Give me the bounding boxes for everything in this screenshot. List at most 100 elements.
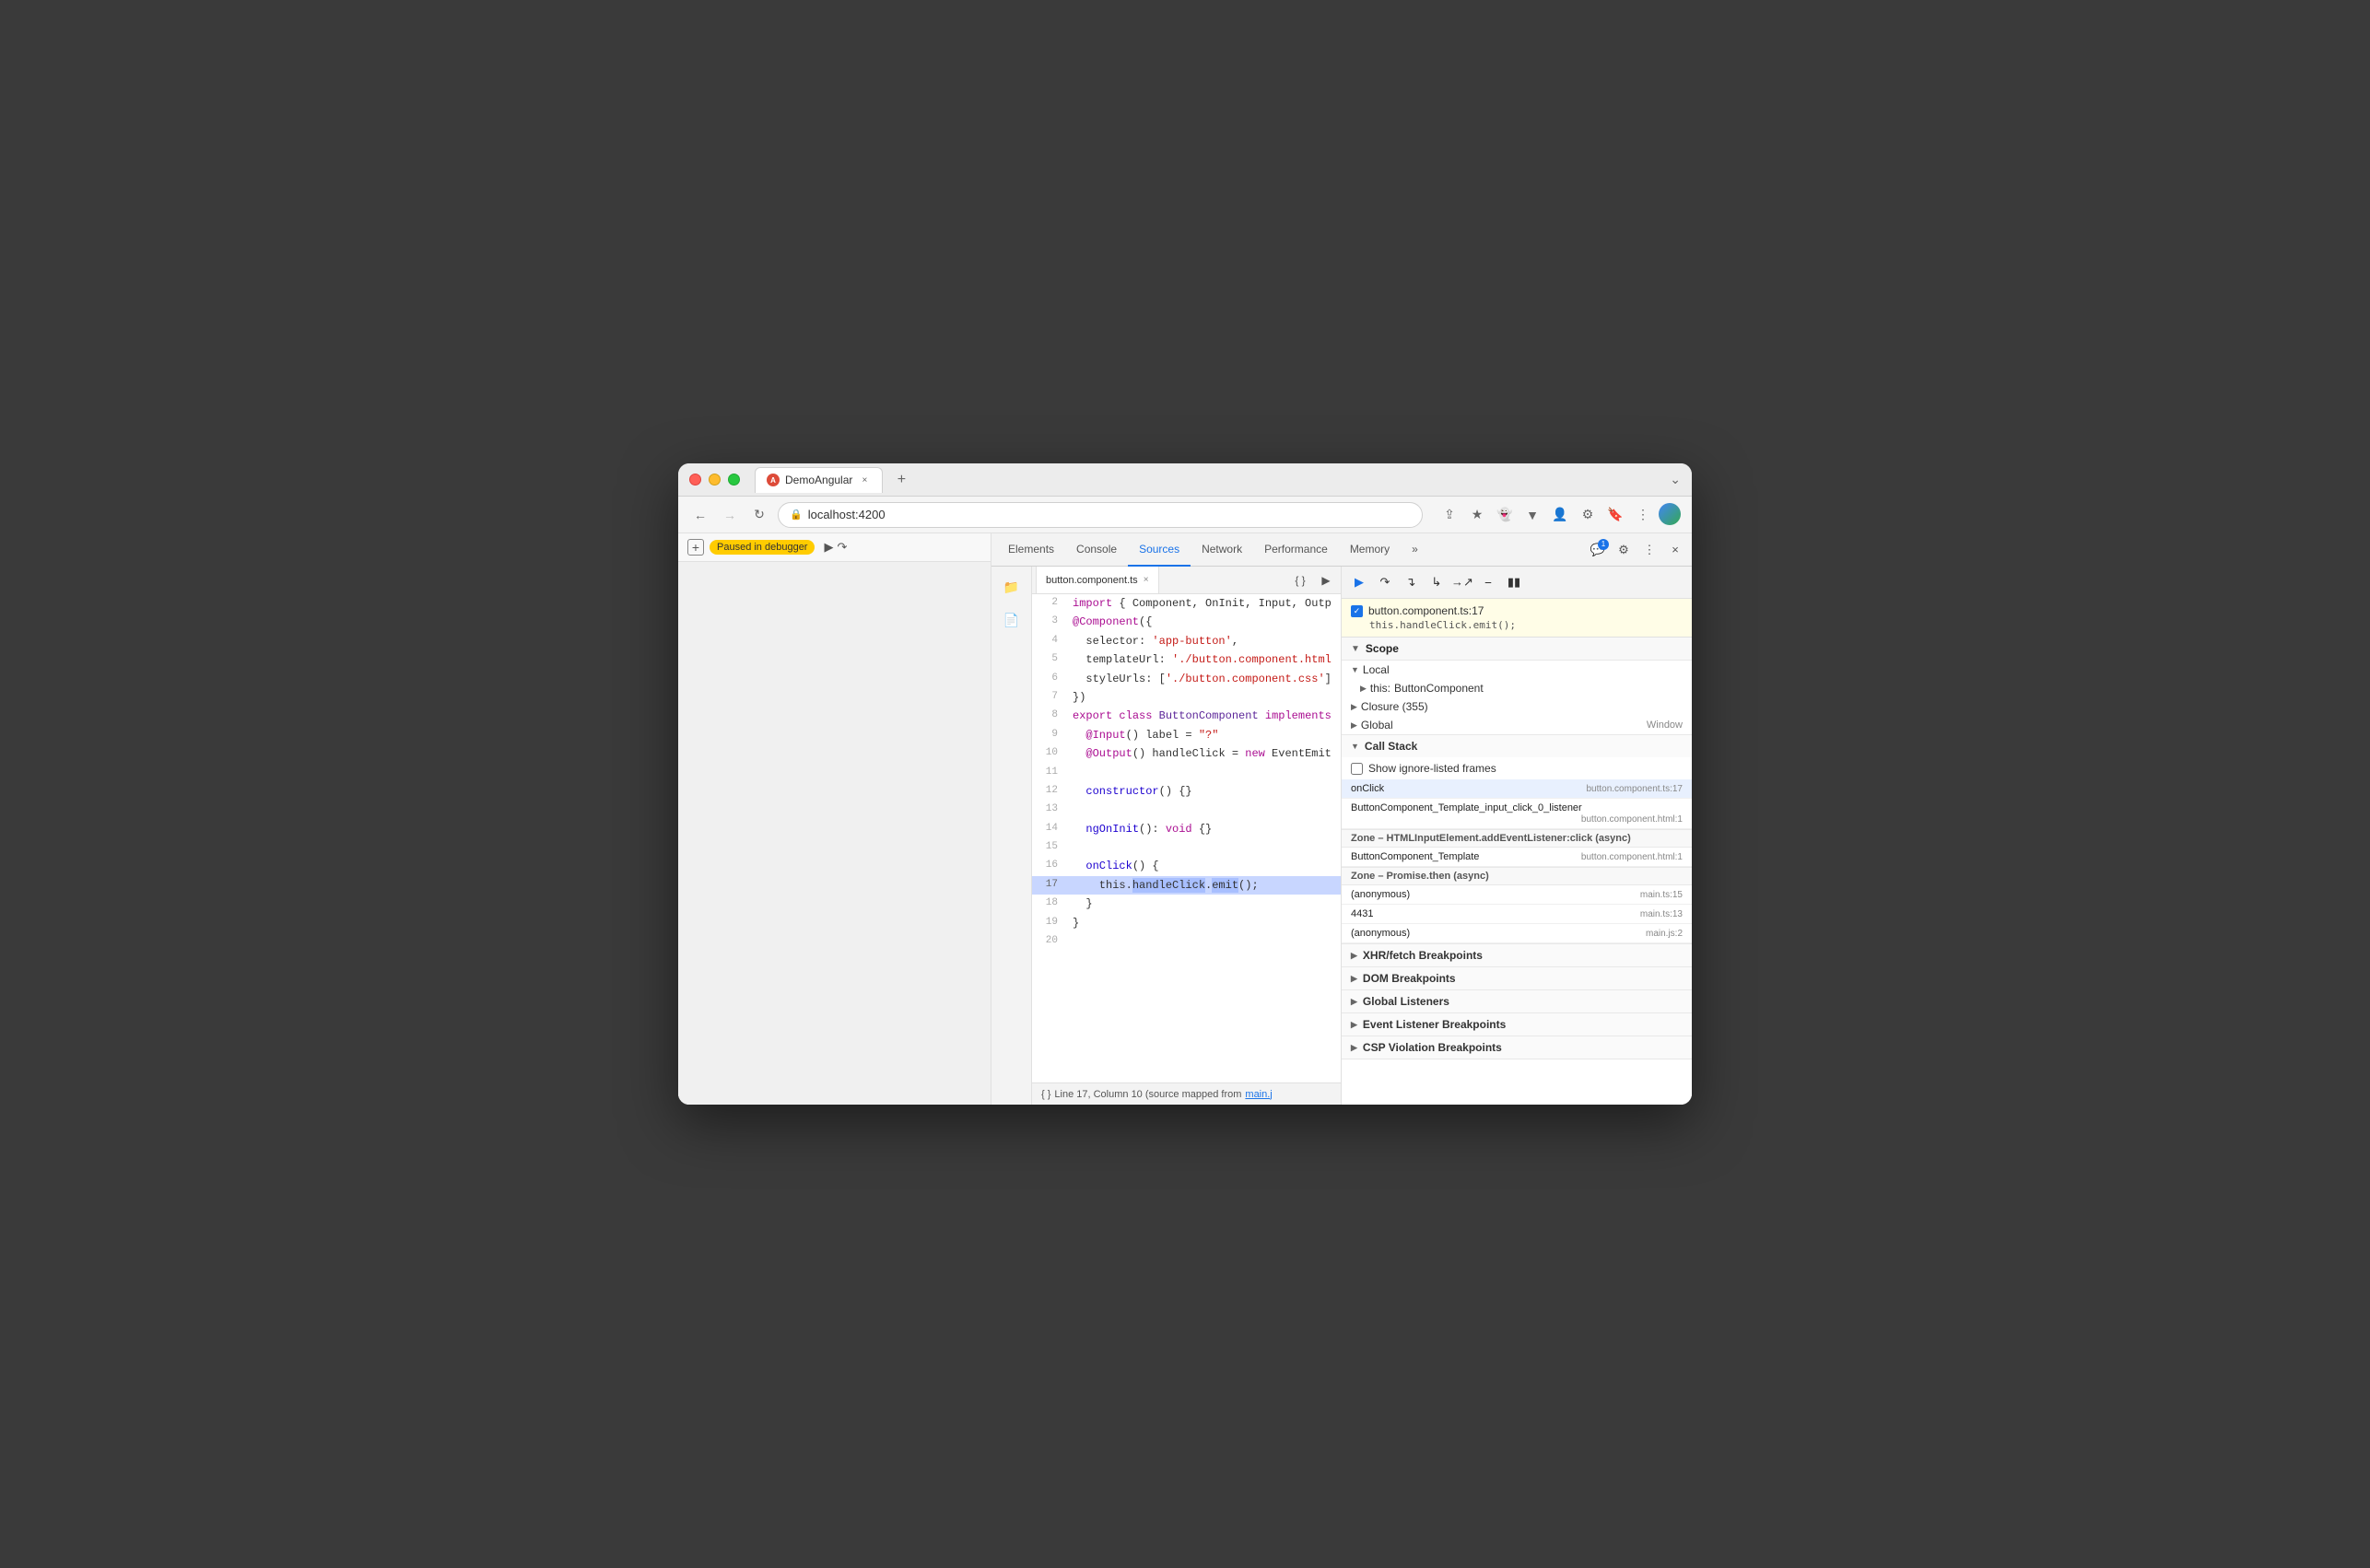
extension2-button[interactable]: 👤 (1548, 503, 1572, 527)
tab-console[interactable]: Console (1065, 534, 1128, 567)
resume-mini-button[interactable]: ▶ (824, 540, 833, 555)
address-field[interactable]: 🔒 localhost:4200 (778, 502, 1423, 528)
callstack-frame-4431[interactable]: 4431 main.ts:13 (1342, 905, 1692, 924)
callstack-frame-anon2[interactable]: (anonymous) main.js:2 (1342, 924, 1692, 943)
step-over-button[interactable]: ↷ (1375, 572, 1395, 592)
global-listeners-arrow-icon: ▶ (1351, 997, 1357, 1007)
code-line-12: 12 constructor() {} (1032, 782, 1341, 801)
puzzle-icon[interactable]: ⚙ (1576, 503, 1600, 527)
dom-breakpoints-header[interactable]: ▶ DOM Breakpoints (1342, 967, 1692, 989)
global-listeners-label: Global Listeners (1363, 995, 1449, 1008)
close-button[interactable] (689, 474, 701, 486)
callstack-arrow-icon: ▼ (1351, 742, 1359, 751)
settings-button[interactable]: ⚙ (1613, 539, 1635, 561)
page-panel: + Paused in debugger ▶ ↷ (678, 533, 991, 1105)
window-expand-button[interactable]: ⌄ (1670, 472, 1681, 487)
tab-more[interactable]: » (1401, 534, 1429, 567)
breakpoint-checkbox[interactable]: ✓ (1351, 605, 1363, 617)
step-button[interactable]: →↗ (1452, 572, 1472, 592)
csp-breakpoints-header[interactable]: ▶ CSP Violation Breakpoints (1342, 1036, 1692, 1059)
closure-scope-header[interactable]: ▶ Closure (355) (1342, 697, 1692, 716)
code-content: 2 import { Component, OnInit, Input, Out… (1032, 594, 1341, 1082)
step-out-button[interactable]: ↳ (1426, 572, 1447, 592)
global-listeners-header[interactable]: ▶ Global Listeners (1342, 990, 1692, 1012)
bookmark-button[interactable]: ★ (1465, 503, 1489, 527)
add-panel-button[interactable]: + (687, 539, 704, 556)
frame-fn-onclick: onClick (1351, 783, 1384, 794)
back-button[interactable]: ← (689, 504, 711, 526)
frame-fn-4431: 4431 (1351, 908, 1373, 919)
console-badge-button[interactable]: 💬 1 (1587, 539, 1609, 561)
pause-exception-button[interactable]: ▮▮ (1504, 572, 1524, 592)
tab-performance[interactable]: Performance (1253, 534, 1339, 567)
scope-arrow-icon: ▼ (1351, 644, 1360, 654)
callstack-frame-template[interactable]: ButtonComponent_Template button.componen… (1342, 848, 1692, 867)
code-line-5: 5 templateUrl: './button.component.html (1032, 650, 1341, 669)
share-button[interactable]: ⇪ (1437, 503, 1461, 527)
this-scope-item: ▶ this: ButtonComponent (1342, 679, 1692, 697)
editor-tab-file[interactable]: button.component.ts × (1036, 567, 1159, 593)
extensions-button[interactable]: ▼ (1520, 503, 1544, 527)
editor-actions: { } ▶ (1289, 569, 1337, 591)
bookmark2-button[interactable]: 🔖 (1603, 503, 1627, 527)
code-line-20: 20 (1032, 932, 1341, 951)
event-listeners-header[interactable]: ▶ Event Listener Breakpoints (1342, 1013, 1692, 1036)
callstack-frame-onclick[interactable]: onClick button.component.ts:17 (1342, 779, 1692, 799)
scope-section-header[interactable]: ▼ Scope (1342, 638, 1692, 661)
csp-breakpoints-label: CSP Violation Breakpoints (1363, 1041, 1502, 1054)
event-listeners-label: Event Listener Breakpoints (1363, 1018, 1506, 1031)
ignore-frames-input[interactable] (1351, 763, 1363, 775)
file-navigator-button[interactable]: 📁 (999, 574, 1025, 600)
global-arrow-icon: ▶ (1351, 720, 1357, 731)
deactivate-button[interactable]: ⎯ (1478, 572, 1498, 592)
global-scope-header[interactable]: ▶ Global Window (1342, 716, 1692, 734)
address-actions: ⇪ ★ 👻 ▼ 👤 ⚙ 🔖 ⋮ (1437, 503, 1681, 527)
browser-tab[interactable]: A DemoAngular × (755, 467, 883, 493)
editor-play-button[interactable]: ▶ (1315, 569, 1337, 591)
dom-arrow-icon: ▶ (1351, 974, 1357, 984)
frame-file-template: button.component.html:1 (1581, 852, 1683, 862)
this-key: this: (1370, 682, 1390, 695)
more-options-button[interactable]: ⋮ (1638, 539, 1660, 561)
tab-sources[interactable]: Sources (1128, 534, 1191, 567)
close-devtools-button[interactable]: × (1664, 539, 1686, 561)
browser-menu-button[interactable]: ⋮ (1631, 503, 1655, 527)
code-line-17: 17 this.handleClick.emit(); (1032, 876, 1341, 895)
breakpoint-code: this.handleClick.emit(); (1369, 619, 1683, 631)
refresh-button[interactable]: ↻ (748, 504, 770, 526)
title-bar: A DemoAngular × + ⌄ (678, 463, 1692, 497)
tab-close-button[interactable]: × (858, 474, 871, 486)
snippets-button[interactable]: 📄 (999, 607, 1025, 633)
lock-icon: 🔒 (790, 509, 803, 521)
devtools-panel: Elements Console Sources Network Perform… (991, 533, 1692, 1105)
callstack-frame-anon1[interactable]: (anonymous) main.ts:15 (1342, 885, 1692, 905)
code-line-16: 16 onClick() { (1032, 857, 1341, 875)
profile-avatar[interactable] (1659, 503, 1681, 525)
new-tab-button[interactable]: + (890, 469, 912, 491)
call-stack-section: ▼ Call Stack Show ignore-listed frames o… (1342, 735, 1692, 944)
xhr-breakpoints-header[interactable]: ▶ XHR/fetch Breakpoints (1342, 944, 1692, 966)
tab-network[interactable]: Network (1191, 534, 1253, 567)
callstack-frame-template-listener[interactable]: ButtonComponent_Template_input_click_0_l… (1342, 799, 1692, 829)
editor-tab-bar: button.component.ts × { } ▶ (1032, 567, 1341, 594)
source-map-link[interactable]: main.j (1245, 1089, 1272, 1100)
maximize-button[interactable] (728, 474, 740, 486)
code-editor: button.component.ts × { } ▶ 2 import { C… (1032, 567, 1342, 1105)
resume-button[interactable]: ▶ (1349, 572, 1369, 592)
extension-button[interactable]: 👻 (1493, 503, 1517, 527)
call-stack-header[interactable]: ▼ Call Stack (1342, 735, 1692, 757)
tab-memory[interactable]: Memory (1339, 534, 1401, 567)
format-code-button[interactable]: { } (1289, 569, 1311, 591)
tab-elements[interactable]: Elements (997, 534, 1065, 567)
step-mini-button[interactable]: ↷ (837, 540, 847, 555)
editor-tab-close-button[interactable]: × (1144, 575, 1149, 585)
dom-breakpoints-label: DOM Breakpoints (1363, 972, 1456, 985)
ignore-frames-checkbox[interactable]: Show ignore-listed frames (1342, 757, 1692, 779)
forward-button[interactable]: → (719, 504, 741, 526)
minimize-button[interactable] (709, 474, 721, 486)
local-scope-header[interactable]: ▼ Local (1342, 661, 1692, 679)
code-line-9: 9 @Input() label = "?" (1032, 726, 1341, 744)
traffic-lights (689, 474, 740, 486)
code-line-15: 15 (1032, 838, 1341, 857)
step-into-button[interactable]: ↴ (1401, 572, 1421, 592)
